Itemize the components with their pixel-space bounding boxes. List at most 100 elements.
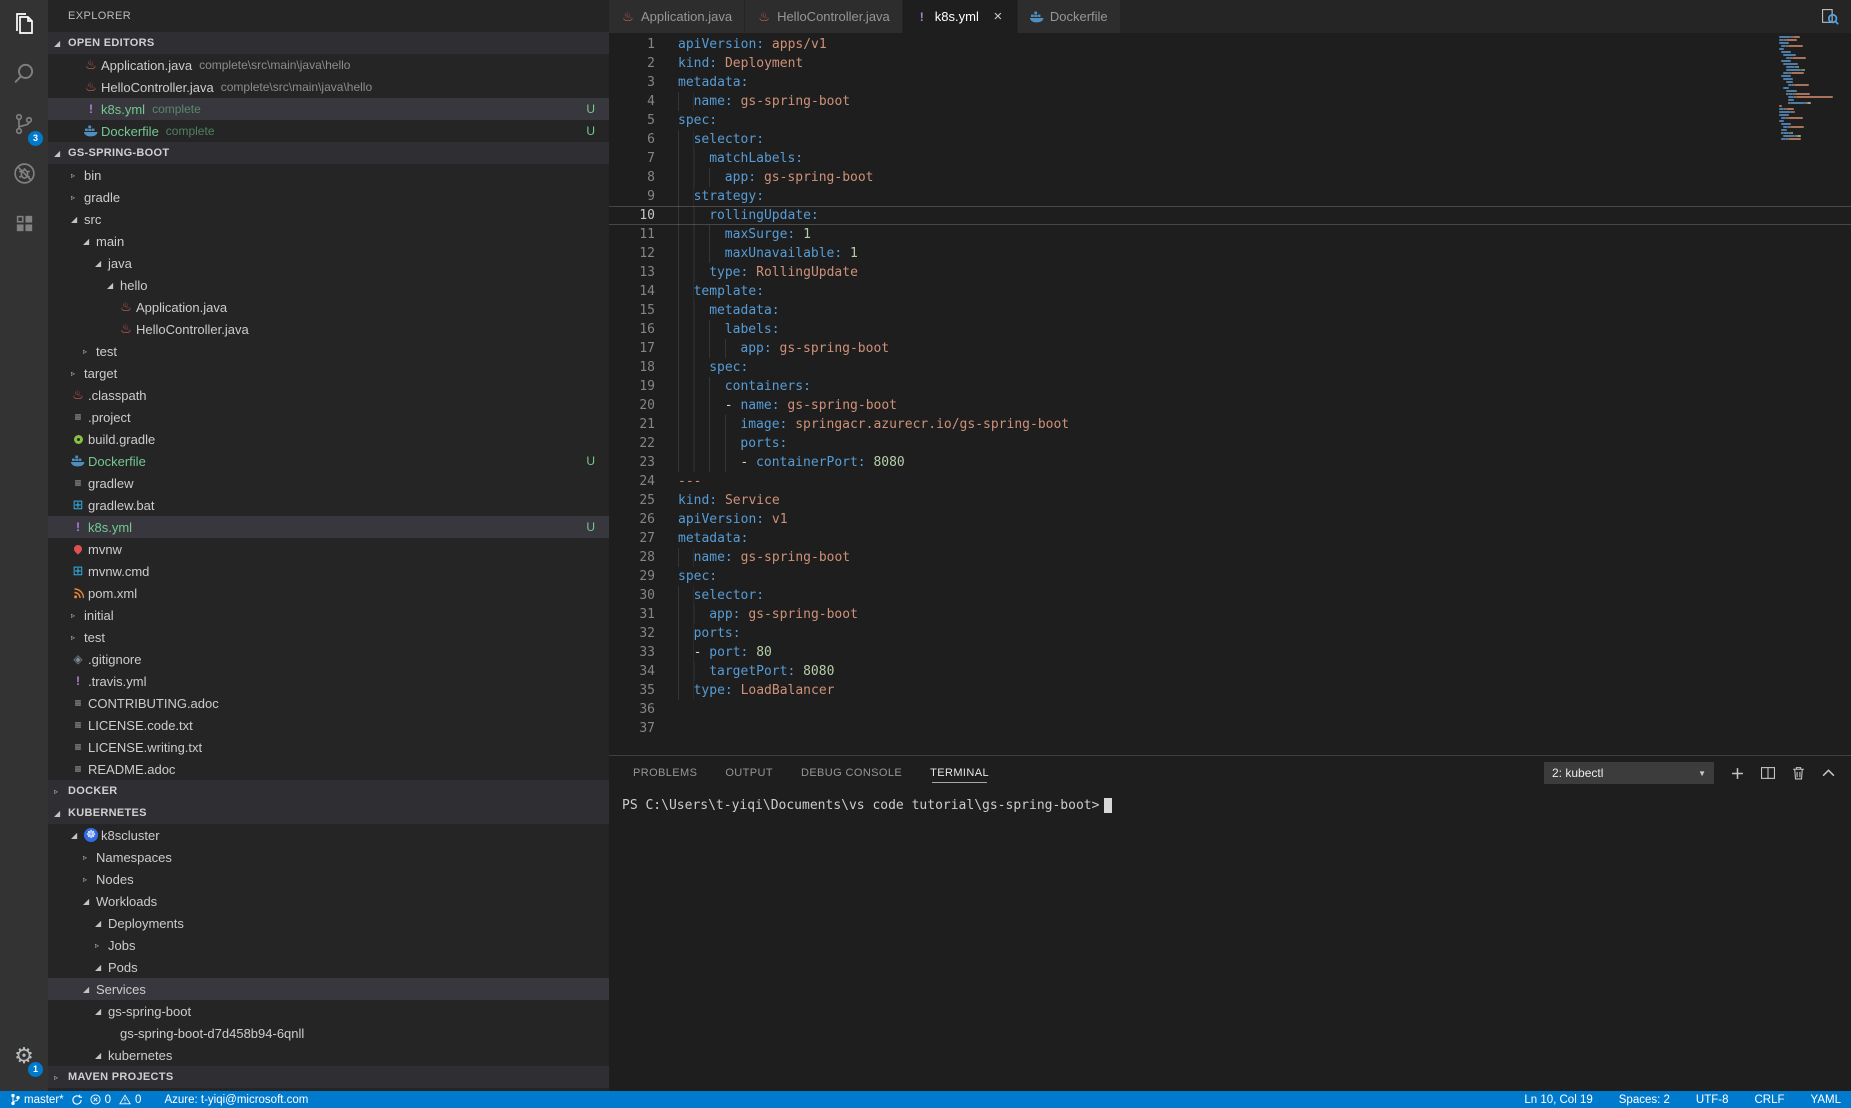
panel-tab-terminal[interactable]: TERMINAL	[930, 756, 989, 790]
panel-tab-output[interactable]: OUTPUT	[725, 756, 773, 790]
tree-item[interactable]: ◢gs-spring-boot	[48, 1000, 609, 1022]
tab-Application.java[interactable]: ♨Application.java	[609, 0, 745, 33]
tree-item[interactable]: build.gradle	[48, 428, 609, 450]
tree-item[interactable]: ◢hello	[48, 274, 609, 296]
code-line[interactable]: 18spec:	[609, 358, 1851, 377]
tree-item[interactable]: ▹Nodes	[48, 868, 609, 890]
tree-item[interactable]: ⊞mvnw.cmd	[48, 560, 609, 582]
tree-item[interactable]: ≡gradlew	[48, 472, 609, 494]
code-line[interactable]: 14template:	[609, 282, 1851, 301]
tree-item[interactable]: ◢java	[48, 252, 609, 274]
tree-item[interactable]: ♨HelloController.java	[48, 318, 609, 340]
tab-k8s.yml[interactable]: !k8s.yml×	[903, 0, 1018, 33]
tree-item[interactable]: ♨Application.java	[48, 296, 609, 318]
code-line[interactable]: 9strategy:	[609, 187, 1851, 206]
code-line[interactable]: 27metadata:	[609, 529, 1851, 548]
code-line[interactable]: 12maxUnavailable: 1	[609, 244, 1851, 263]
code-line[interactable]: 35type: LoadBalancer	[609, 681, 1851, 700]
settings-button[interactable]: ⚙ 1	[0, 1031, 48, 1081]
section-header-project[interactable]: ◢ GS-SPRING-BOOT	[48, 142, 609, 164]
tree-item[interactable]: ◢Deployments	[48, 912, 609, 934]
code-line[interactable]: 16labels:	[609, 320, 1851, 339]
tree-item[interactable]: ▹Namespaces	[48, 846, 609, 868]
tree-item[interactable]: ▹Jobs	[48, 934, 609, 956]
code-line[interactable]: 33- port: 80	[609, 643, 1851, 662]
code-line[interactable]: 28name: gs-spring-boot	[609, 548, 1851, 567]
git-branch-indicator[interactable]: master*	[10, 1093, 64, 1106]
close-icon[interactable]: ×	[991, 8, 1005, 25]
split-terminal-icon[interactable]	[1761, 767, 1775, 779]
tree-item[interactable]: ◢src	[48, 208, 609, 230]
tree-item[interactable]: ▹test	[48, 626, 609, 648]
kill-terminal-icon[interactable]	[1792, 766, 1805, 780]
panel-tab-problems[interactable]: PROBLEMS	[633, 756, 697, 790]
section-header-kubernetes[interactable]: ◢ KUBERNETES	[48, 802, 609, 824]
code-line[interactable]: 24---	[609, 472, 1851, 491]
tree-item[interactable]: ◢kubernetes	[48, 1044, 609, 1066]
code-line[interactable]: 29spec:	[609, 567, 1851, 586]
panel-tab-debug-console[interactable]: DEBUG CONSOLE	[801, 756, 902, 790]
tree-item[interactable]: ≡LICENSE.writing.txt	[48, 736, 609, 758]
activity-search-button[interactable]	[0, 50, 48, 100]
tree-item[interactable]: ▹bin	[48, 164, 609, 186]
open-editor-item[interactable]: DockerfilecompleteU	[48, 120, 609, 142]
language-mode[interactable]: YAML	[1811, 1094, 1841, 1106]
section-header-docker[interactable]: ▹ DOCKER	[48, 780, 609, 802]
problems-indicator[interactable]: 0 0	[90, 1094, 142, 1106]
tree-item[interactable]: ▹gradle	[48, 186, 609, 208]
code-editor[interactable]: 1apiVersion: apps/v12kind: Deployment3me…	[609, 33, 1851, 755]
tree-item[interactable]: mvnw	[48, 538, 609, 560]
indentation-setting[interactable]: Spaces: 2	[1619, 1094, 1670, 1106]
code-line[interactable]: 6selector:	[609, 130, 1851, 149]
eol-setting[interactable]: CRLF	[1755, 1094, 1785, 1106]
activity-extensions-button[interactable]	[0, 200, 48, 250]
code-line[interactable]: 17app: gs-spring-boot	[609, 339, 1851, 358]
new-terminal-icon[interactable]	[1731, 767, 1744, 780]
code-line[interactable]: 8app: gs-spring-boot	[609, 168, 1851, 187]
tree-item[interactable]: ◢☸k8scluster	[48, 824, 609, 846]
azure-account[interactable]: Azure: t-yiqi@microsoft.com	[164, 1094, 308, 1106]
open-preview-icon[interactable]	[1821, 8, 1839, 26]
tree-item[interactable]: ◢Pods	[48, 956, 609, 978]
code-line[interactable]: 19containers:	[609, 377, 1851, 396]
tree-item[interactable]: ◢main	[48, 230, 609, 252]
code-line[interactable]: 37	[609, 719, 1851, 738]
section-header-open-editors[interactable]: ◢ OPEN EDITORS	[48, 32, 609, 54]
code-line[interactable]: 23- containerPort: 8080	[609, 453, 1851, 472]
code-line[interactable]: 3metadata:	[609, 73, 1851, 92]
code-line[interactable]: 11maxSurge: 1	[609, 225, 1851, 244]
code-line[interactable]: 34targetPort: 8080	[609, 662, 1851, 681]
code-line[interactable]: 21image: springacr.azurecr.io/gs-spring-…	[609, 415, 1851, 434]
tree-item[interactable]: pom.xml	[48, 582, 609, 604]
tree-item[interactable]: !.travis.yml	[48, 670, 609, 692]
tree-item[interactable]: ◈.gitignore	[48, 648, 609, 670]
open-editor-item[interactable]: !k8s.ymlcompleteU	[48, 98, 609, 120]
code-line[interactable]: 10rollingUpdate:	[609, 206, 1851, 225]
code-line[interactable]: 20- name: gs-spring-boot	[609, 396, 1851, 415]
code-line[interactable]: 7matchLabels:	[609, 149, 1851, 168]
open-editor-item[interactable]: ♨Application.javacomplete\src\main\java\…	[48, 54, 609, 76]
tree-item[interactable]: ▹initial	[48, 604, 609, 626]
code-line[interactable]: 4name: gs-spring-boot	[609, 92, 1851, 111]
code-line[interactable]: 32ports:	[609, 624, 1851, 643]
section-header-maven[interactable]: ▹ MAVEN PROJECTS	[48, 1066, 609, 1088]
minimap[interactable]	[1779, 36, 1841, 147]
code-line[interactable]: 26apiVersion: v1	[609, 510, 1851, 529]
code-line[interactable]: 5spec:	[609, 111, 1851, 130]
tree-item[interactable]: ≡.project	[48, 406, 609, 428]
tree-item[interactable]: !k8s.ymlU	[48, 516, 609, 538]
encoding-setting[interactable]: UTF-8	[1696, 1094, 1729, 1106]
code-line[interactable]: 36	[609, 700, 1851, 719]
tree-item[interactable]: ⊞gradlew.bat	[48, 494, 609, 516]
tree-item[interactable]: gs-spring-boot-d7d458b94-6qnll	[48, 1022, 609, 1044]
cursor-position[interactable]: Ln 10, Col 19	[1524, 1094, 1592, 1106]
code-line[interactable]: 22ports:	[609, 434, 1851, 453]
tree-item[interactable]: ◢Services	[48, 978, 609, 1000]
tree-item[interactable]: ▹target	[48, 362, 609, 384]
code-line[interactable]: 25kind: Service	[609, 491, 1851, 510]
activity-files-button[interactable]	[0, 0, 48, 50]
tree-item[interactable]: ≡LICENSE.code.txt	[48, 714, 609, 736]
open-editor-item[interactable]: ♨HelloController.javacomplete\src\main\j…	[48, 76, 609, 98]
tree-item[interactable]: DockerfileU	[48, 450, 609, 472]
terminal-output[interactable]: PS C:\Users\t-yiqi\Documents\vs code tut…	[609, 790, 1851, 813]
